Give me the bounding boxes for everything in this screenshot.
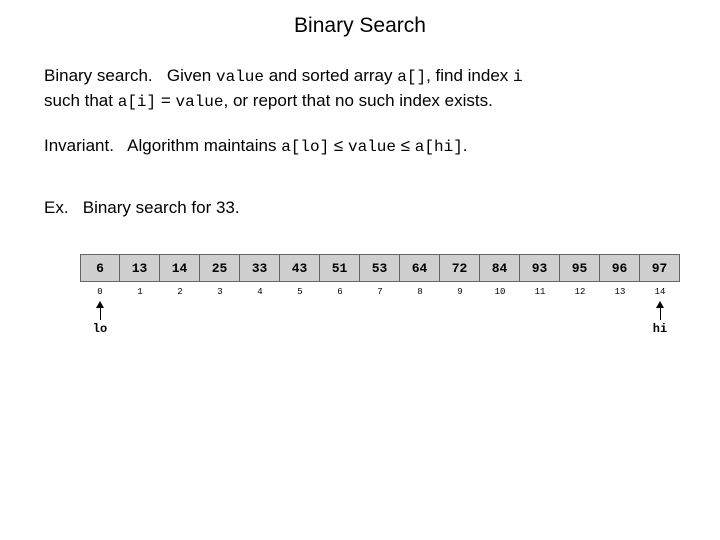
leq: ≤ [329,136,348,155]
text: . [463,136,468,155]
array-index: 3 [200,282,240,297]
text: Algorithm maintains [127,136,281,155]
array-index: 5 [280,282,320,297]
pointer-slot [120,301,160,347]
text: , or report that no such index exists. [224,91,493,110]
arrow-stem [660,308,661,320]
code-value2: value [176,93,224,111]
array-indices-row: 01234567891011121314 [80,282,680,297]
array-index: 8 [400,282,440,297]
pointer-slot [360,301,400,347]
lo-pointer-label: lo [93,322,107,336]
array-cell: 13 [120,254,160,282]
pointer-slot [280,301,320,347]
array-index: 1 [120,282,160,297]
code-array: a[] [397,68,426,86]
array-cell: 43 [280,254,320,282]
array-index: 13 [600,282,640,297]
array-index: 9 [440,282,480,297]
arrow-up-icon [656,301,664,308]
array-cell: 51 [320,254,360,282]
array-index: 7 [360,282,400,297]
pointer-slot [600,301,640,347]
array-pointers-row: lo hi [80,301,680,347]
array-index: 14 [640,282,680,297]
array-cell: 72 [440,254,480,282]
arrow-up-icon [96,301,104,308]
leq: ≤ [396,136,415,155]
text: , find index [426,66,513,85]
array-index: 12 [560,282,600,297]
pointer-slot [520,301,560,347]
array-values-row: 61314253343515364728493959697 [80,254,680,282]
text: Binary search for 33. [83,198,240,217]
invariant-paragraph: Invariant. Algorithm maintains a[lo] ≤ v… [44,134,676,159]
page-title: Binary Search [44,14,676,38]
array-index: 11 [520,282,560,297]
array-cell: 14 [160,254,200,282]
array-cell: 53 [360,254,400,282]
lead-term: Ex. [44,198,69,217]
definition-paragraph: Binary search. Given value and sorted ar… [44,64,676,114]
code-i: i [513,68,523,86]
array-diagram: 61314253343515364728493959697 0123456789… [80,254,680,347]
pointer-slot: lo [80,301,120,347]
array-cell: 6 [80,254,120,282]
array-index: 4 [240,282,280,297]
text: Given [167,66,216,85]
lead-term: Binary search. [44,66,153,85]
array-cell: 25 [200,254,240,282]
pointer-slot [480,301,520,347]
array-index: 10 [480,282,520,297]
code-value: value [216,68,264,86]
array-cell: 64 [400,254,440,282]
array-index: 2 [160,282,200,297]
pointer-slot [160,301,200,347]
pointer-slot [320,301,360,347]
array-index: 0 [80,282,120,297]
pointer-slot [200,301,240,347]
code-value3: value [348,138,396,156]
pointer-slot [240,301,280,347]
array-cell: 93 [520,254,560,282]
code-ahi: a[hi] [415,138,463,156]
array-cell: 97 [640,254,680,282]
array-index: 6 [320,282,360,297]
pointer-slot [440,301,480,347]
text: and sorted array [264,66,397,85]
example-paragraph: Ex. Binary search for 33. [44,196,676,221]
array-cell: 33 [240,254,280,282]
arrow-stem [100,308,101,320]
code-ai: a[i] [118,93,156,111]
hi-pointer-label: hi [653,322,667,336]
text: such that [44,91,118,110]
array-cell: 84 [480,254,520,282]
slide: Binary Search Binary search. Given value… [0,0,720,540]
code-alo: a[lo] [281,138,329,156]
array-cell: 96 [600,254,640,282]
text: = [156,91,175,110]
pointer-slot [400,301,440,347]
pointer-slot: hi [640,301,680,347]
pointer-slot [560,301,600,347]
lead-term: Invariant. [44,136,114,155]
array-cell: 95 [560,254,600,282]
